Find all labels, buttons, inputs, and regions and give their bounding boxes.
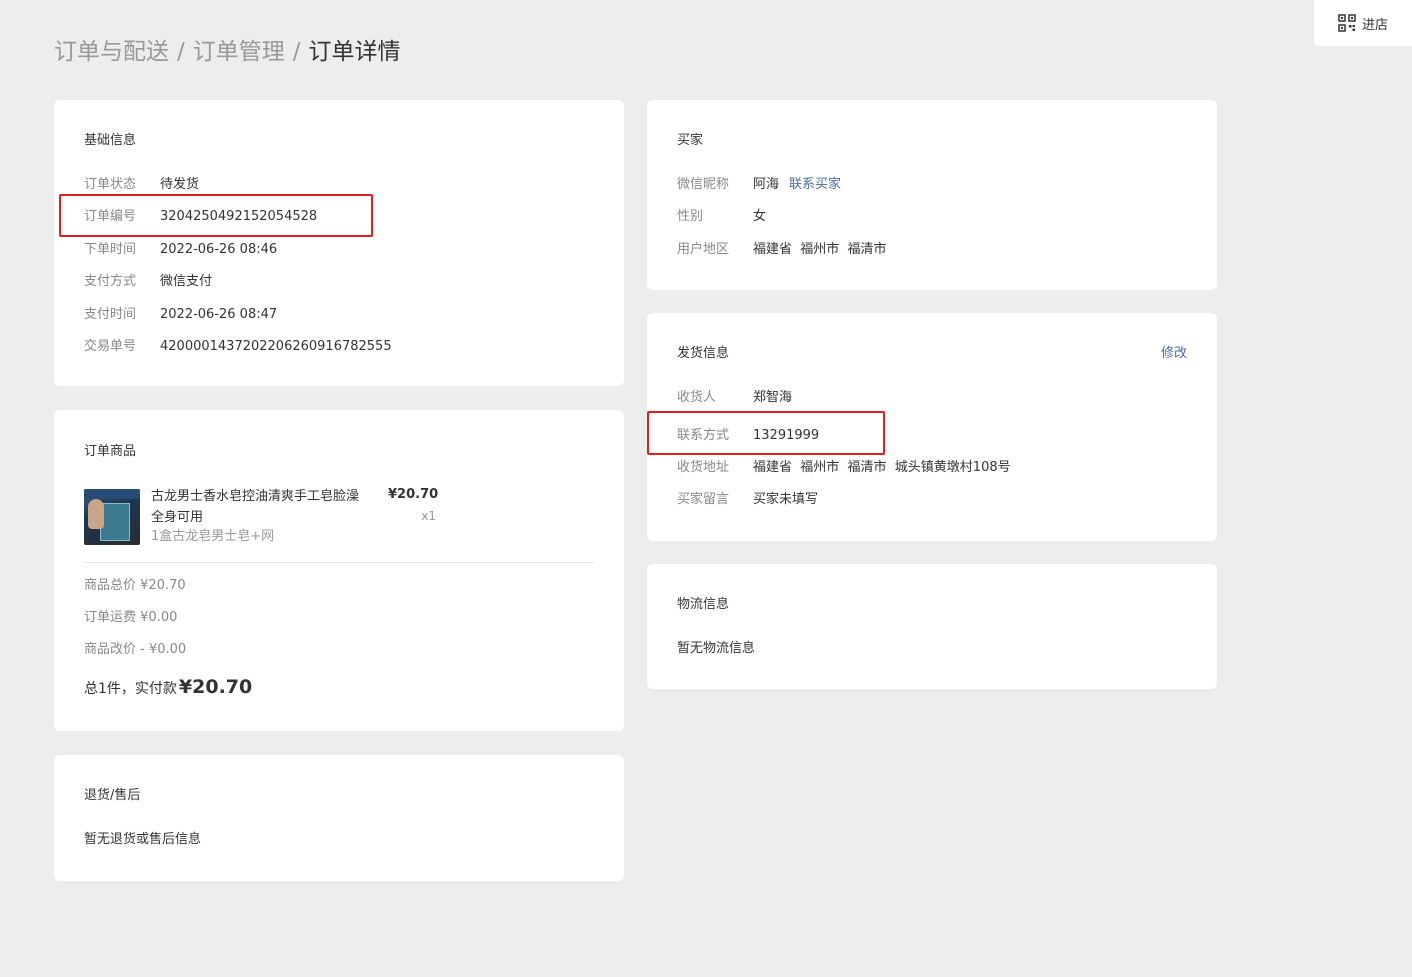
breadcrumb-orders-delivery[interactable]: 订单与配送 — [54, 36, 169, 68]
order-goods-card: 订单商品 古龙男士香水皂控油清爽手工皂脸澡全身可用 1盒古龙皂男士皂+网 ¥20… — [54, 410, 624, 731]
contact-label: 联系方式 — [677, 428, 730, 443]
product-name[interactable]: 古龙男士香水皂控油清爽手工皂脸澡全身可用 — [151, 486, 366, 528]
product-price: ¥20.70 — [388, 487, 439, 502]
page: 进店 订单与配送 / 订单管理 / 订单详情 基础信息 订单状态 待发货 订单编… — [0, 0, 1412, 977]
total-paid-amount: ¥20.70 — [178, 676, 253, 698]
product-quantity: x1 — [421, 509, 436, 523]
address-label: 收货地址 — [677, 460, 730, 475]
order-status-value: 待发货 — [160, 177, 200, 192]
order-number-row: 订单编号 3204250492152054528 — [84, 208, 317, 226]
buyer-message-value: 买家未填写 — [753, 492, 819, 507]
buyer-message-label: 买家留言 — [677, 492, 730, 507]
payment-method-value: 微信支付 — [160, 274, 213, 289]
buyer-message-row: 买家留言 买家未填写 — [677, 491, 818, 509]
contact-row: 联系方式 13291999 — [677, 427, 819, 445]
region-row: 用户地区 福建省 福州市 福清市 — [677, 241, 887, 259]
product-thumbnail[interactable] — [84, 489, 140, 545]
address-row: 收货地址 福建省 福州市 福清市 城头镇黄墩村108号 — [677, 459, 1011, 477]
gender-row: 性别 女 — [677, 208, 766, 226]
refund-empty-text: 暂无退货或售后信息 — [84, 832, 202, 847]
buyer-title: 买家 — [677, 133, 704, 148]
order-time-label: 下单时间 — [84, 242, 137, 257]
price-adjust-row: 商品改价 - ¥0.00 — [84, 641, 186, 659]
order-number-label: 订单编号 — [84, 209, 137, 224]
thumbnail-band — [84, 489, 140, 499]
shipping-fee-row: 订单运费 ¥0.00 — [84, 609, 177, 627]
payment-time-row: 支付时间 2022-06-26 08:47 — [84, 306, 277, 324]
logistics-card: 物流信息 暂无物流信息 — [647, 564, 1217, 689]
shipping-title: 发货信息 — [677, 346, 730, 361]
goods-total-row: 商品总价 ¥20.70 — [84, 577, 186, 595]
qr-code-icon — [1338, 14, 1356, 32]
thumbnail-panel — [100, 503, 130, 541]
logistics-empty-text: 暂无物流信息 — [677, 641, 756, 656]
region-value: 福建省 福州市 福清市 — [753, 242, 887, 257]
total-paid-label: 总1件，实付款 — [84, 681, 177, 697]
breadcrumb-separator: / — [177, 39, 185, 65]
transaction-number-label: 交易单号 — [84, 339, 137, 354]
gender-label: 性别 — [677, 209, 704, 224]
enter-store-button[interactable]: 进店 — [1314, 0, 1412, 46]
order-time-value: 2022-06-26 08:46 — [160, 242, 278, 257]
order-time-row: 下单时间 2022-06-26 08:46 — [84, 241, 277, 259]
transaction-number-row: 交易单号 4200001437202206260916782555 — [84, 338, 392, 356]
contact-value[interactable]: 13291999 — [753, 427, 819, 445]
transaction-number-value[interactable]: 4200001437202206260916782555 — [160, 338, 392, 356]
receiver-row: 收货人 郑智海 — [677, 389, 792, 407]
basic-info-title: 基础信息 — [84, 133, 137, 148]
divider — [84, 562, 594, 563]
receiver-value: 郑智海 — [753, 390, 793, 405]
breadcrumb-separator: / — [292, 39, 301, 65]
shipping-card: 发货信息 修改 收货人 郑智海 联系方式 13291999 收货地址 福建省 福… — [647, 313, 1217, 541]
refund-title: 退货/售后 — [84, 788, 141, 803]
buyer-card: 买家 微信昵称 阿海 联系买家 性别 女 用户地区 福建省 福州市 福清市 — [647, 100, 1217, 290]
shipping-fee-label: 订单运费 — [84, 610, 137, 625]
total-paid-row: 总1件，实付款 ¥20.70 — [84, 674, 252, 702]
breadcrumb-current: 订单详情 — [308, 39, 401, 65]
breadcrumb: 订单与配送 / 订单管理 / 订单详情 — [54, 36, 401, 68]
logistics-title: 物流信息 — [677, 597, 730, 612]
goods-total-value: ¥20.70 — [140, 578, 186, 593]
contact-buyer-link[interactable]: 联系买家 — [789, 176, 841, 194]
nickname-value: 阿海 — [753, 177, 780, 192]
nickname-label: 微信昵称 — [677, 177, 730, 192]
product-sku: 1盒古龙皂男士皂+网 — [151, 529, 275, 544]
thumbnail-figure — [88, 499, 104, 529]
enter-store-label: 进店 — [1361, 17, 1388, 33]
payment-time-label: 支付时间 — [84, 307, 137, 322]
basic-info-card: 基础信息 订单状态 待发货 订单编号 3204250492152054528 下… — [54, 100, 624, 386]
payment-method-row: 支付方式 微信支付 — [84, 273, 212, 291]
address-value: 福建省 福州市 福清市 城头镇黄墩村108号 — [753, 460, 1011, 475]
edit-shipping-link[interactable]: 修改 — [1161, 345, 1187, 363]
order-goods-title: 订单商品 — [84, 444, 137, 459]
order-number-value[interactable]: 3204250492152054528 — [160, 208, 317, 226]
gender-value: 女 — [753, 209, 767, 224]
price-adjust-label: 商品改价 — [84, 642, 137, 657]
receiver-label: 收货人 — [677, 390, 717, 405]
order-status-label: 订单状态 — [84, 177, 137, 192]
price-adjust-value: - ¥0.00 — [140, 642, 187, 657]
refund-card: 退货/售后 暂无退货或售后信息 — [54, 755, 624, 881]
payment-method-label: 支付方式 — [84, 274, 137, 289]
breadcrumb-order-management[interactable]: 订单管理 — [193, 36, 285, 68]
payment-time-value: 2022-06-26 08:47 — [160, 307, 278, 322]
nickname-row: 微信昵称 阿海 联系买家 — [677, 176, 841, 194]
order-status-row: 订单状态 待发货 — [84, 176, 199, 194]
goods-total-label: 商品总价 — [84, 578, 137, 593]
region-label: 用户地区 — [677, 242, 730, 257]
shipping-fee-value: ¥0.00 — [140, 610, 178, 625]
